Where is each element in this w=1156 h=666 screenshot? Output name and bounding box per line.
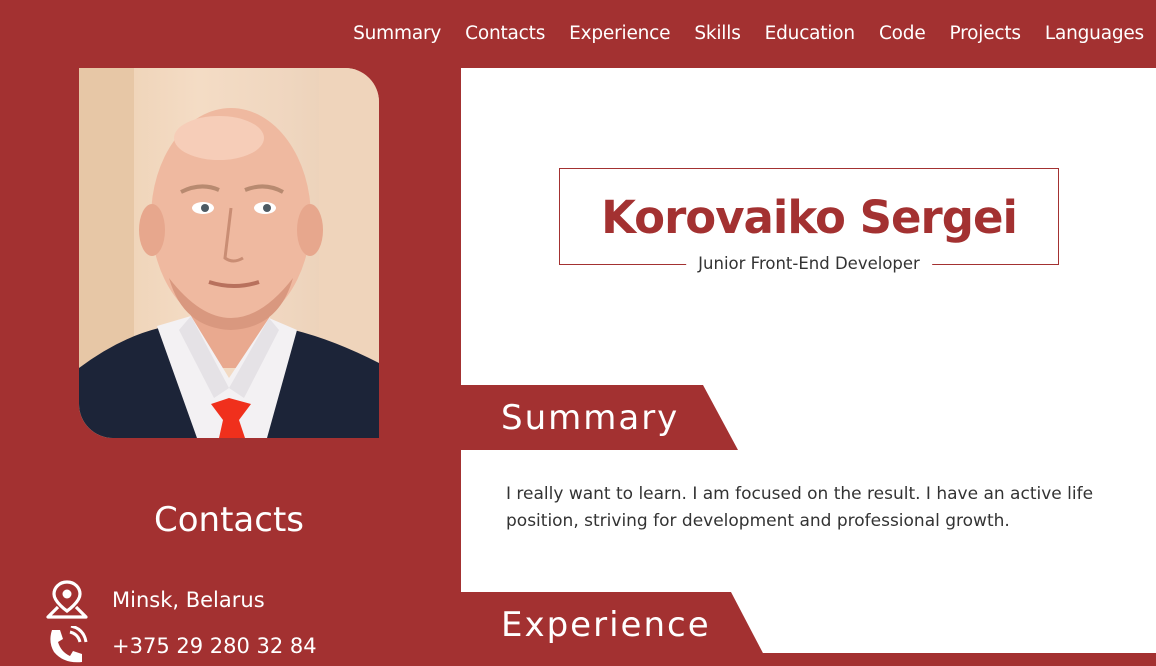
nav-skills[interactable]: Skills — [694, 24, 741, 44]
portrait-illustration — [79, 68, 379, 438]
nav-summary[interactable]: Summary — [353, 24, 441, 44]
location-pin-icon — [44, 580, 90, 620]
location-text: Minsk, Belarus — [112, 588, 265, 612]
person-role: Junior Front-End Developer — [686, 254, 932, 273]
phone-text[interactable]: +375 29 280 32 84 — [112, 634, 317, 658]
experience-heading-band: Experience — [461, 592, 765, 657]
nav-languages[interactable]: Languages — [1045, 24, 1144, 44]
main-panel: Korovaiko Sergei Junior Front-End Develo… — [461, 68, 1156, 657]
person-name: Korovaiko Sergei — [601, 191, 1018, 244]
nav-experience[interactable]: Experience — [569, 24, 670, 44]
summary-heading: Summary — [501, 398, 680, 438]
contact-phone: +375 29 280 32 84 — [44, 626, 317, 666]
nav-contacts[interactable]: Contacts — [465, 24, 545, 44]
nav-projects[interactable]: Projects — [950, 24, 1022, 44]
top-nav: Summary Contacts Experience Skills Educa… — [0, 0, 1156, 68]
experience-heading: Experience — [501, 605, 711, 645]
phone-icon — [44, 626, 90, 666]
summary-text: I really want to learn. I am focused on … — [506, 484, 1094, 531]
contact-location: Minsk, Belarus — [44, 580, 265, 620]
name-title-box: Korovaiko Sergei Junior Front-End Develo… — [559, 168, 1059, 273]
nav-code[interactable]: Code — [879, 24, 926, 44]
profile-photo — [79, 68, 379, 438]
nav-education[interactable]: Education — [765, 24, 856, 44]
summary-heading-band: Summary — [461, 385, 738, 450]
contacts-heading: Contacts — [154, 500, 304, 540]
